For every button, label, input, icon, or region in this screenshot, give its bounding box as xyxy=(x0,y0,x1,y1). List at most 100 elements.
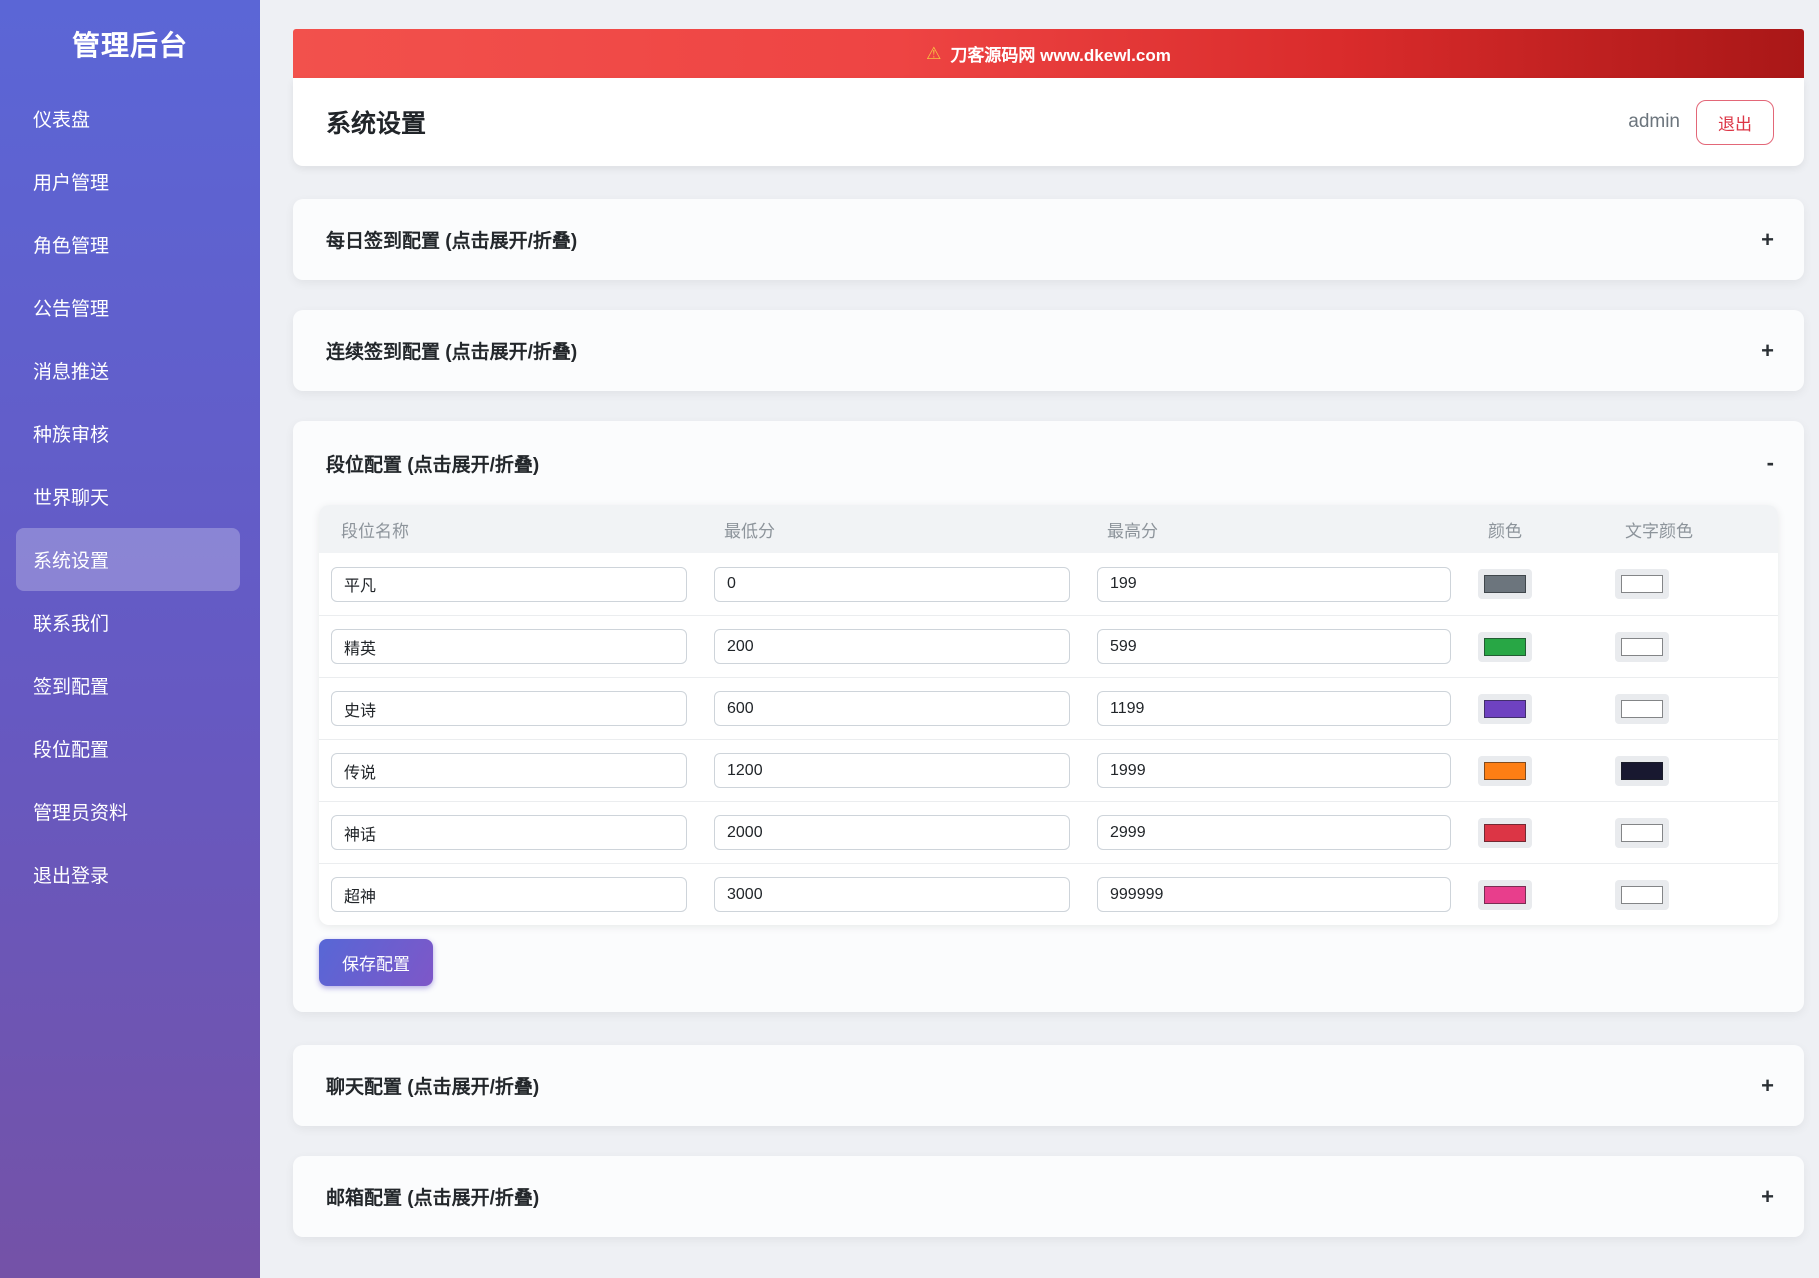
sidebar-item[interactable]: 联系我们 xyxy=(16,591,240,654)
save-config-button[interactable]: 保存配置 xyxy=(319,939,433,986)
rank-name-input[interactable] xyxy=(331,815,687,850)
sidebar-item[interactable]: 管理员资料 xyxy=(16,780,240,843)
rank-color-swatch xyxy=(1484,885,1526,904)
section-streak-signin-header[interactable]: 连续签到配置 (点击展开/折叠) + xyxy=(293,310,1804,391)
section-daily-signin-header[interactable]: 每日签到配置 (点击展开/折叠) + xyxy=(293,199,1804,280)
sidebar-item[interactable]: 签到配置 xyxy=(16,654,240,717)
rank-table-row xyxy=(319,801,1778,863)
expand-icon[interactable]: + xyxy=(1761,1074,1774,1097)
min-score-input[interactable] xyxy=(714,877,1070,912)
col-color: 颜色 xyxy=(1488,521,1522,541)
rank-color-swatch xyxy=(1484,823,1526,842)
sidebar-nav: 仪表盘 用户管理 角色管理 公告管理 消息推送 种族审核 世界聊天 系统设置 联… xyxy=(0,87,260,906)
sidebar-item-label: 种族审核 xyxy=(33,425,110,446)
min-score-input[interactable] xyxy=(714,691,1070,726)
section-title: 邮箱配置 (点击展开/折叠) xyxy=(326,1188,540,1209)
rank-color-input[interactable] xyxy=(1478,693,1532,724)
sidebar-item-label: 联系我们 xyxy=(33,614,110,635)
rank-color-input[interactable] xyxy=(1478,755,1532,786)
sidebar-item[interactable]: 种族审核 xyxy=(16,402,240,465)
rank-table-header: 段位名称 最低分 最高分 颜色 文字颜色 xyxy=(319,505,1778,553)
section-streak-signin: 连续签到配置 (点击展开/折叠) + xyxy=(293,310,1804,391)
rank-color-swatch xyxy=(1484,699,1526,718)
banner-text: 刀客源码网 www.dkewl.com xyxy=(950,46,1171,65)
rank-color-input[interactable] xyxy=(1478,817,1532,848)
logout-button[interactable]: 退出 xyxy=(1696,99,1774,145)
rank-table: 段位名称 最低分 最高分 颜色 文字颜色 xyxy=(319,505,1778,925)
section-mail-config-header[interactable]: 邮箱配置 (点击展开/折叠) + xyxy=(293,1156,1804,1237)
min-score-input[interactable] xyxy=(714,629,1070,664)
section-title: 聊天配置 (点击展开/折叠) xyxy=(326,1077,540,1098)
sidebar-item-label: 消息推送 xyxy=(33,362,110,383)
section-mail-config: 邮箱配置 (点击展开/折叠) + xyxy=(293,1156,1804,1237)
min-score-input[interactable] xyxy=(714,753,1070,788)
rank-name-input[interactable] xyxy=(331,877,687,912)
max-score-input[interactable] xyxy=(1097,815,1451,850)
app-title: 管理后台 xyxy=(71,29,188,61)
max-score-input[interactable] xyxy=(1097,877,1451,912)
sidebar-item[interactable]: 消息推送 xyxy=(16,339,240,402)
rank-table-row xyxy=(319,615,1778,677)
sidebar-item-label: 系统设置 xyxy=(33,551,110,572)
rank-table-row xyxy=(319,739,1778,801)
rank-name-input[interactable] xyxy=(331,691,687,726)
collapse-icon[interactable]: - xyxy=(1767,452,1774,474)
rank-text-color-swatch xyxy=(1621,885,1663,904)
sidebar-item-label: 管理员资料 xyxy=(33,803,129,824)
max-score-input[interactable] xyxy=(1097,566,1451,602)
announcement-banner: ⚠ 刀客源码网 www.dkewl.com xyxy=(293,29,1804,78)
rank-text-color-input[interactable] xyxy=(1615,693,1669,724)
rank-table-row xyxy=(319,863,1778,925)
rank-color-input[interactable] xyxy=(1478,569,1532,599)
section-rank-config-header[interactable]: 段位配置 (点击展开/折叠) - xyxy=(293,421,1804,505)
sidebar-item-label: 退出登录 xyxy=(33,866,110,887)
max-score-input[interactable] xyxy=(1097,629,1451,664)
section-title: 每日签到配置 (点击展开/折叠) xyxy=(326,231,578,252)
sidebar-item[interactable]: 系统设置 xyxy=(16,528,240,591)
rank-table-row xyxy=(319,553,1778,615)
rank-color-input[interactable] xyxy=(1478,879,1532,910)
sidebar-item-label: 仪表盘 xyxy=(33,110,91,131)
section-chat-config: 聊天配置 (点击展开/折叠) + xyxy=(293,1045,1804,1126)
rank-color-input[interactable] xyxy=(1478,631,1532,662)
header-right: admin 退出 xyxy=(1628,99,1774,145)
rank-text-color-input[interactable] xyxy=(1615,879,1669,910)
expand-icon[interactable]: + xyxy=(1761,228,1774,251)
rank-text-color-swatch xyxy=(1621,575,1663,593)
section-daily-signin: 每日签到配置 (点击展开/折叠) + xyxy=(293,199,1804,280)
rank-text-color-swatch xyxy=(1621,699,1663,718)
sidebar-item[interactable]: 退出登录 xyxy=(16,843,240,906)
max-score-input[interactable] xyxy=(1097,691,1451,726)
min-score-input[interactable] xyxy=(714,566,1070,602)
section-chat-config-header[interactable]: 聊天配置 (点击展开/折叠) + xyxy=(293,1045,1804,1126)
col-max-score: 最高分 xyxy=(1107,521,1158,541)
sidebar-item-label: 公告管理 xyxy=(33,299,110,320)
max-score-input[interactable] xyxy=(1097,753,1451,788)
rank-name-input[interactable] xyxy=(331,566,687,602)
expand-icon[interactable]: + xyxy=(1761,1185,1774,1208)
col-text-color: 文字颜色 xyxy=(1625,521,1693,541)
page-header: 系统设置 admin 退出 xyxy=(293,78,1804,166)
sidebar-item[interactable]: 用户管理 xyxy=(16,150,240,213)
sidebar-item[interactable]: 公告管理 xyxy=(16,276,240,339)
rank-text-color-input[interactable] xyxy=(1615,755,1669,786)
rank-text-color-swatch xyxy=(1621,761,1663,780)
sidebar-item[interactable]: 段位配置 xyxy=(16,717,240,780)
sidebar-item-label: 签到配置 xyxy=(33,677,110,698)
main-content: ⚠ 刀客源码网 www.dkewl.com 系统设置 admin 退出 每日签到… xyxy=(260,0,1819,1278)
rank-text-color-input[interactable] xyxy=(1615,631,1669,662)
section-rank-config: 段位配置 (点击展开/折叠) - 段位名称 最低分 最高分 颜色 文字颜色 平凡… xyxy=(293,421,1804,1012)
rank-text-color-swatch xyxy=(1621,637,1663,656)
min-score-input[interactable] xyxy=(714,815,1070,850)
rank-name-input[interactable] xyxy=(331,629,687,664)
sidebar-item[interactable]: 角色管理 xyxy=(16,213,240,276)
col-rank-name: 段位名称 xyxy=(341,521,409,541)
expand-icon[interactable]: + xyxy=(1761,339,1774,362)
rank-text-color-input[interactable] xyxy=(1615,817,1669,848)
rank-color-swatch xyxy=(1484,575,1526,593)
sidebar-item-label: 角色管理 xyxy=(33,236,110,257)
rank-name-input[interactable] xyxy=(331,753,687,788)
sidebar-item[interactable]: 世界聊天 xyxy=(16,465,240,528)
sidebar-item[interactable]: 仪表盘 xyxy=(16,87,240,150)
rank-text-color-input[interactable] xyxy=(1615,569,1669,599)
